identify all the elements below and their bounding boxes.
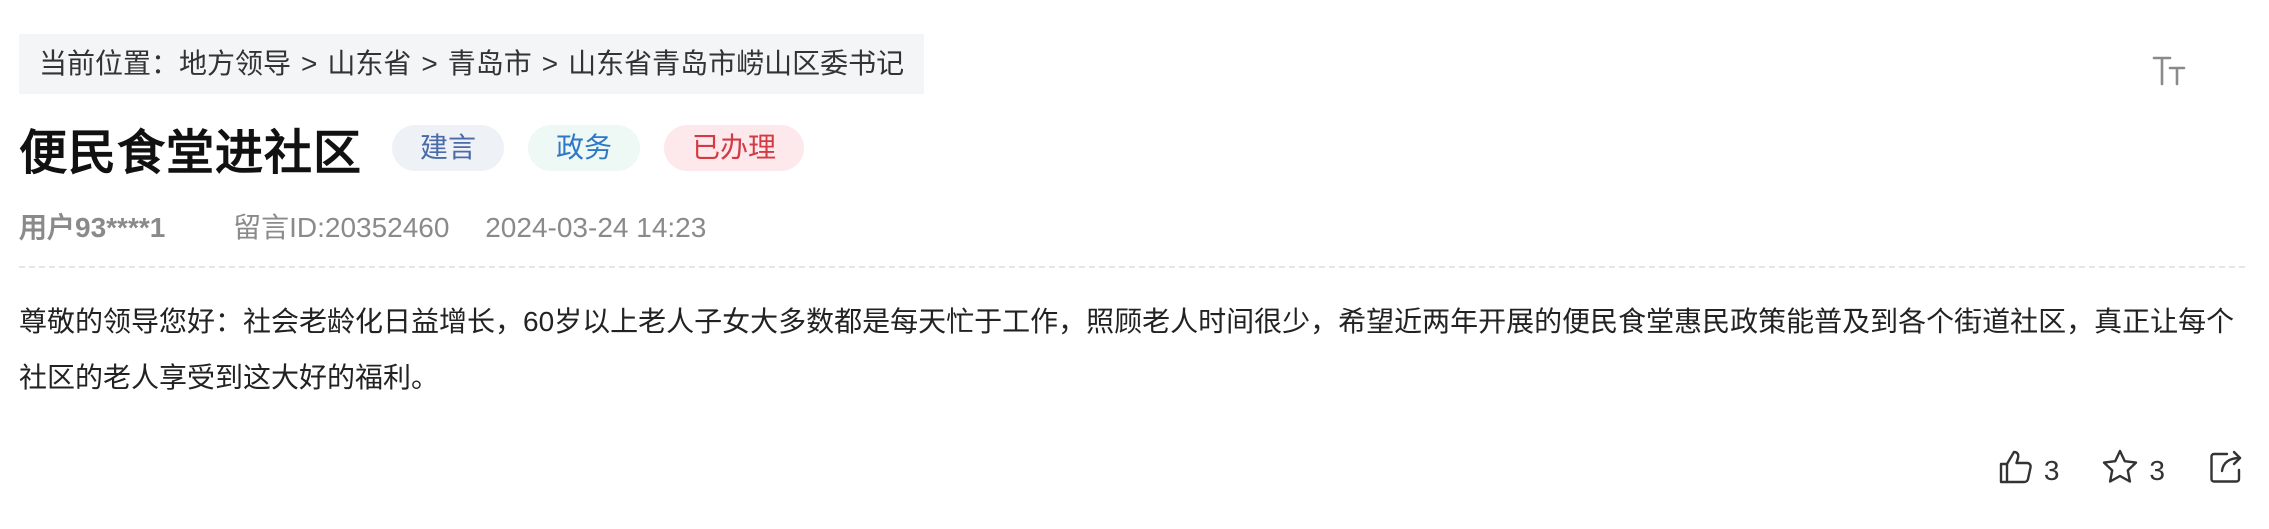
category-tag: 政务 xyxy=(528,125,641,171)
divider xyxy=(19,266,2245,268)
breadcrumb-item-province[interactable]: 山东省 xyxy=(327,48,411,79)
author-name: 用户93****1 xyxy=(19,212,166,243)
share-button[interactable] xyxy=(2207,448,2245,493)
message-time: 2024-03-24 14:23 xyxy=(485,212,707,243)
message-detail: 当前位置：地方领导 > 山东省 > 青岛市 > 山东省青岛市崂山区委书记 便民食堂进社区 建… xyxy=(19,34,2245,406)
status-badge: 已办理 xyxy=(664,125,805,171)
font-size-icon[interactable] xyxy=(2150,50,2190,90)
type-tag: 建言 xyxy=(392,125,505,171)
breadcrumb: 当前位置：地方领导 > 山东省 > 青岛市 > 山东省青岛市崂山区委书记 xyxy=(19,34,925,94)
action-bar: 3 3 xyxy=(1996,448,2245,493)
breadcrumb-item-current[interactable]: 山东省青岛市崂山区委书记 xyxy=(568,48,904,79)
message-content: 尊敬的领导您好：社会老龄化日益增长，60岁以上老人子女大多数都是每天忙于工作，照… xyxy=(19,306,2235,393)
breadcrumb-separator: > xyxy=(541,48,559,79)
message-id: 留言ID:20352460 xyxy=(233,212,450,243)
breadcrumb-separator: > xyxy=(421,48,438,79)
star-icon xyxy=(2101,448,2139,493)
breadcrumb-item-local-leader[interactable]: 地方领导 xyxy=(179,48,291,79)
like-button[interactable]: 3 xyxy=(1996,448,2060,493)
thumbs-up-icon xyxy=(1996,448,2034,493)
favorite-count: 3 xyxy=(2149,454,2165,486)
breadcrumb-prefix: 当前位置： xyxy=(39,48,180,79)
favorite-button[interactable]: 3 xyxy=(2101,448,2165,493)
breadcrumb-item-city[interactable]: 青岛市 xyxy=(448,48,532,79)
title-row: 便民食堂进社区 建言 政务 已办理 xyxy=(19,116,2245,180)
message-meta: 用户93****1 留言ID:20352460 2024-03-24 14:23 xyxy=(19,210,2245,246)
like-count: 3 xyxy=(2043,454,2060,486)
page-title: 便民食堂进社区 xyxy=(19,127,363,180)
breadcrumb-separator: > xyxy=(301,48,318,79)
share-icon xyxy=(2207,448,2245,493)
